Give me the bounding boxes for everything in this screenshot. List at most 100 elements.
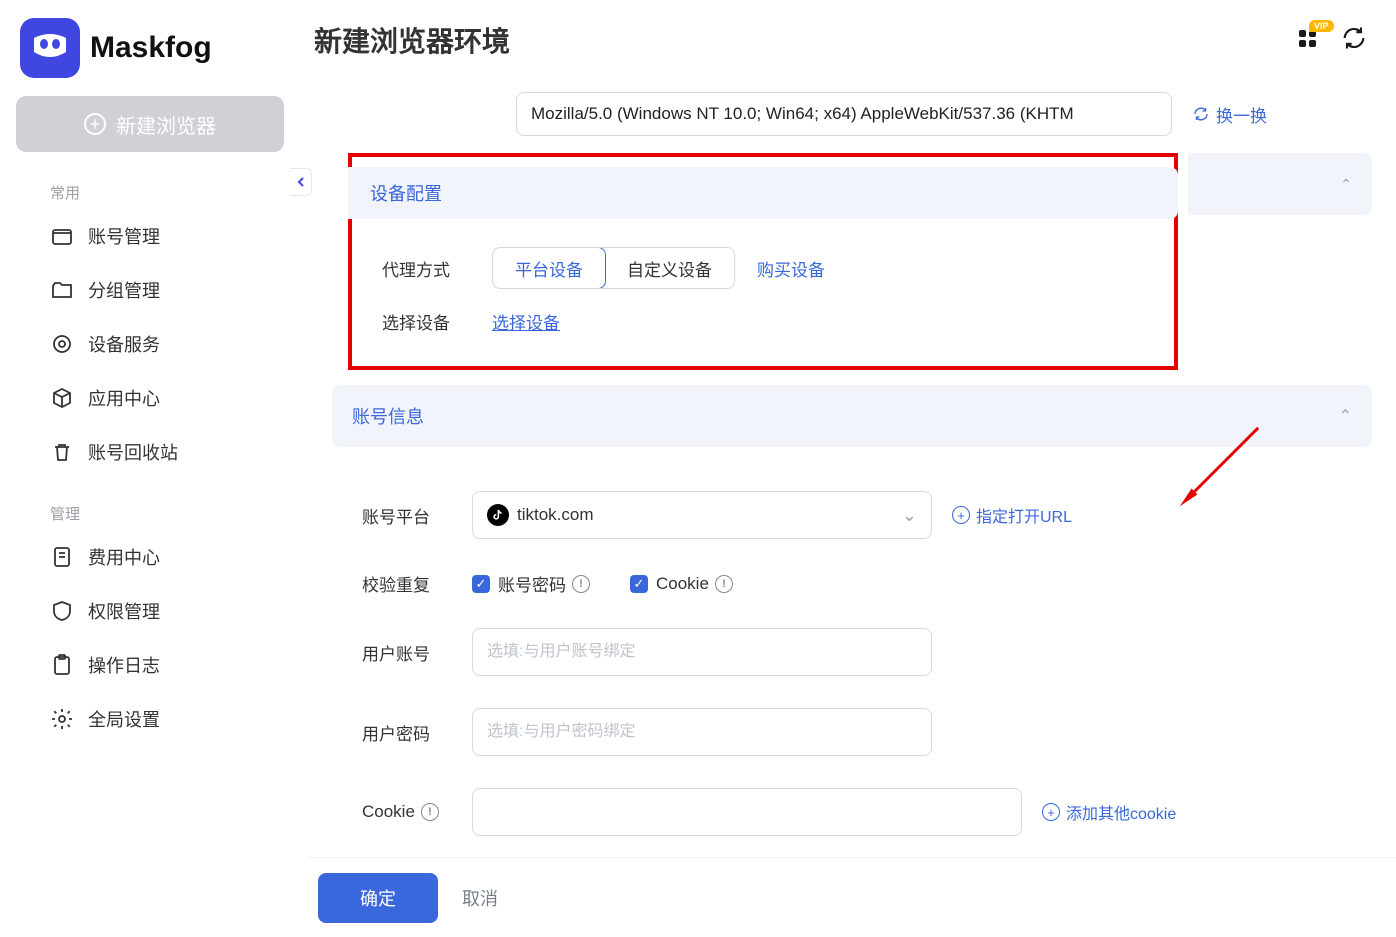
info-icon[interactable]: !: [715, 575, 733, 593]
folder-icon: [50, 224, 74, 248]
chevron-down-icon: ⌄: [902, 505, 917, 526]
user-account-input[interactable]: [472, 628, 932, 676]
specify-url-button[interactable]: + 指定打开URL: [952, 503, 1072, 527]
check-duplicate-label: 校验重复: [362, 571, 472, 596]
sidebar-item-label: 账号管理: [88, 223, 160, 249]
check-duplicate-row: 校验重复 ✓ 账号密码 ! ✓ Cookie !: [332, 555, 1372, 612]
user-account-row: 用户账号: [332, 612, 1372, 692]
sidebar-item-recycle[interactable]: 账号回收站: [0, 425, 308, 479]
info-icon[interactable]: !: [421, 803, 439, 821]
proxy-mode-row: 代理方式 平台设备 自定义设备 购买设备: [352, 237, 1174, 299]
gear-icon: [50, 707, 74, 731]
cookie-label: Cookie !: [362, 802, 472, 822]
page-title: 新建浏览器环境: [308, 0, 1396, 80]
select-device-label: 选择设备: [382, 309, 492, 334]
tiktok-icon: [487, 504, 509, 526]
device-panel-title: 设备配置: [370, 180, 442, 206]
sidebar-item-label: 分组管理: [88, 277, 160, 303]
checkbox-icon: ✓: [472, 575, 490, 593]
sidebar-item-group-manage[interactable]: 分组管理: [0, 263, 308, 317]
new-browser-button[interactable]: + 新建浏览器: [16, 96, 284, 152]
account-panel-title: 账号信息: [352, 403, 424, 429]
info-icon[interactable]: !: [572, 575, 590, 593]
section-common-label: 常用: [0, 176, 308, 209]
change-ua-label: 换一换: [1216, 102, 1267, 127]
grid-icon: [1299, 30, 1316, 47]
refresh-icon: [1192, 105, 1210, 123]
account-panel-header[interactable]: 账号信息 ⌃: [332, 385, 1372, 447]
cube-icon: [50, 386, 74, 410]
plus-icon: +: [84, 113, 106, 135]
confirm-button[interactable]: 确定: [318, 873, 438, 923]
sidebar-item-device-service[interactable]: 设备服务: [0, 317, 308, 371]
sidebar-item-label: 操作日志: [88, 652, 160, 678]
checkbox-icon: ✓: [630, 575, 648, 593]
sidebar-item-label: 权限管理: [88, 598, 160, 624]
sidebar-collapse-button[interactable]: [290, 168, 312, 196]
sidebar-item-account-manage[interactable]: 账号管理: [0, 209, 308, 263]
sidebar-item-permission[interactable]: 权限管理: [0, 584, 308, 638]
user-password-input[interactable]: [472, 708, 932, 756]
user-password-row: 用户密码: [332, 692, 1372, 772]
header-actions: VIP: [1299, 24, 1368, 52]
refresh-icon[interactable]: [1340, 24, 1368, 52]
user-password-label: 用户密码: [362, 720, 472, 745]
user-agent-row: 换一换: [316, 80, 1388, 154]
chevron-left-icon: [296, 176, 306, 188]
seg-custom-device[interactable]: 自定义设备: [605, 248, 734, 288]
seg-platform-device[interactable]: 平台设备: [492, 247, 606, 289]
plus-icon: +: [1042, 803, 1060, 821]
logo: Maskfog: [0, 12, 308, 96]
select-device-row: 选择设备 选择设备: [352, 299, 1174, 344]
add-cookie-label: 添加其他cookie: [1066, 800, 1176, 824]
location-icon: [50, 332, 74, 356]
sidebar-item-label: 账号回收站: [88, 439, 178, 465]
account-platform-select[interactable]: tiktok.com ⌄: [472, 491, 932, 539]
sidebar-item-label: 全局设置: [88, 706, 160, 732]
brand-name: Maskfog: [90, 31, 212, 65]
user-agent-input[interactable]: [516, 92, 1172, 136]
sidebar-item-label: 应用中心: [88, 385, 160, 411]
sidebar: Maskfog + 新建浏览器 常用 账号管理 分组管理 设备服务 应用中心 账…: [0, 0, 308, 937]
sidebar-item-global-settings[interactable]: 全局设置: [0, 692, 308, 746]
receipt-icon: [50, 545, 74, 569]
proxy-mode-label: 代理方式: [382, 256, 492, 281]
sidebar-item-logs[interactable]: 操作日志: [0, 638, 308, 692]
sidebar-item-label: 设备服务: [88, 331, 160, 357]
sidebar-item-fee-center[interactable]: 费用中心: [0, 530, 308, 584]
change-ua-button[interactable]: 换一换: [1192, 102, 1267, 127]
cookie-row: Cookie ! + 添加其他cookie: [332, 772, 1372, 852]
account-platform-row: 账号平台 tiktok.com ⌄ + 指定打开URL: [332, 475, 1372, 555]
main-content: 新建浏览器环境 VIP 换一换 设备配置 代理方式: [308, 0, 1396, 937]
plus-icon: +: [952, 506, 970, 524]
new-browser-label: 新建浏览器: [116, 110, 216, 139]
cookie-input[interactable]: [472, 788, 1022, 836]
section-manage-label: 管理: [0, 497, 308, 530]
checkbox-cookie[interactable]: ✓ Cookie !: [630, 574, 733, 594]
apps-button[interactable]: VIP: [1299, 30, 1316, 47]
user-account-label: 用户账号: [362, 640, 472, 665]
specify-url-label: 指定打开URL: [976, 503, 1072, 527]
folder-open-icon: [50, 278, 74, 302]
account-panel-body: 账号平台 tiktok.com ⌄ + 指定打开URL 校验重复: [316, 447, 1388, 880]
checkbox-userpass[interactable]: ✓ 账号密码 !: [472, 571, 590, 596]
clipboard-icon: [50, 653, 74, 677]
vip-badge: VIP: [1309, 20, 1334, 32]
add-cookie-button[interactable]: + 添加其他cookie: [1042, 800, 1176, 824]
select-device-link[interactable]: 选择设备: [492, 309, 560, 334]
account-platform-value: tiktok.com: [517, 505, 594, 525]
checkbox-userpass-label: 账号密码: [498, 571, 566, 596]
checkbox-cookie-label: Cookie: [656, 574, 709, 594]
trash-icon: [50, 440, 74, 464]
account-platform-label: 账号平台: [362, 503, 472, 528]
footer-actions: 确定 取消: [308, 857, 1396, 937]
logo-icon: [20, 18, 80, 78]
cancel-button[interactable]: 取消: [462, 885, 498, 911]
sidebar-item-app-center[interactable]: 应用中心: [0, 371, 308, 425]
buy-device-link[interactable]: 购买设备: [757, 256, 825, 281]
chevron-up-icon[interactable]: ⌃: [1340, 176, 1352, 193]
shield-icon: [50, 599, 74, 623]
device-config-section: 设备配置 代理方式 平台设备 自定义设备 购买设备 选择设备 选择设备: [348, 153, 1178, 370]
sidebar-item-label: 费用中心: [88, 544, 160, 570]
chevron-up-icon: ⌃: [1339, 406, 1352, 426]
